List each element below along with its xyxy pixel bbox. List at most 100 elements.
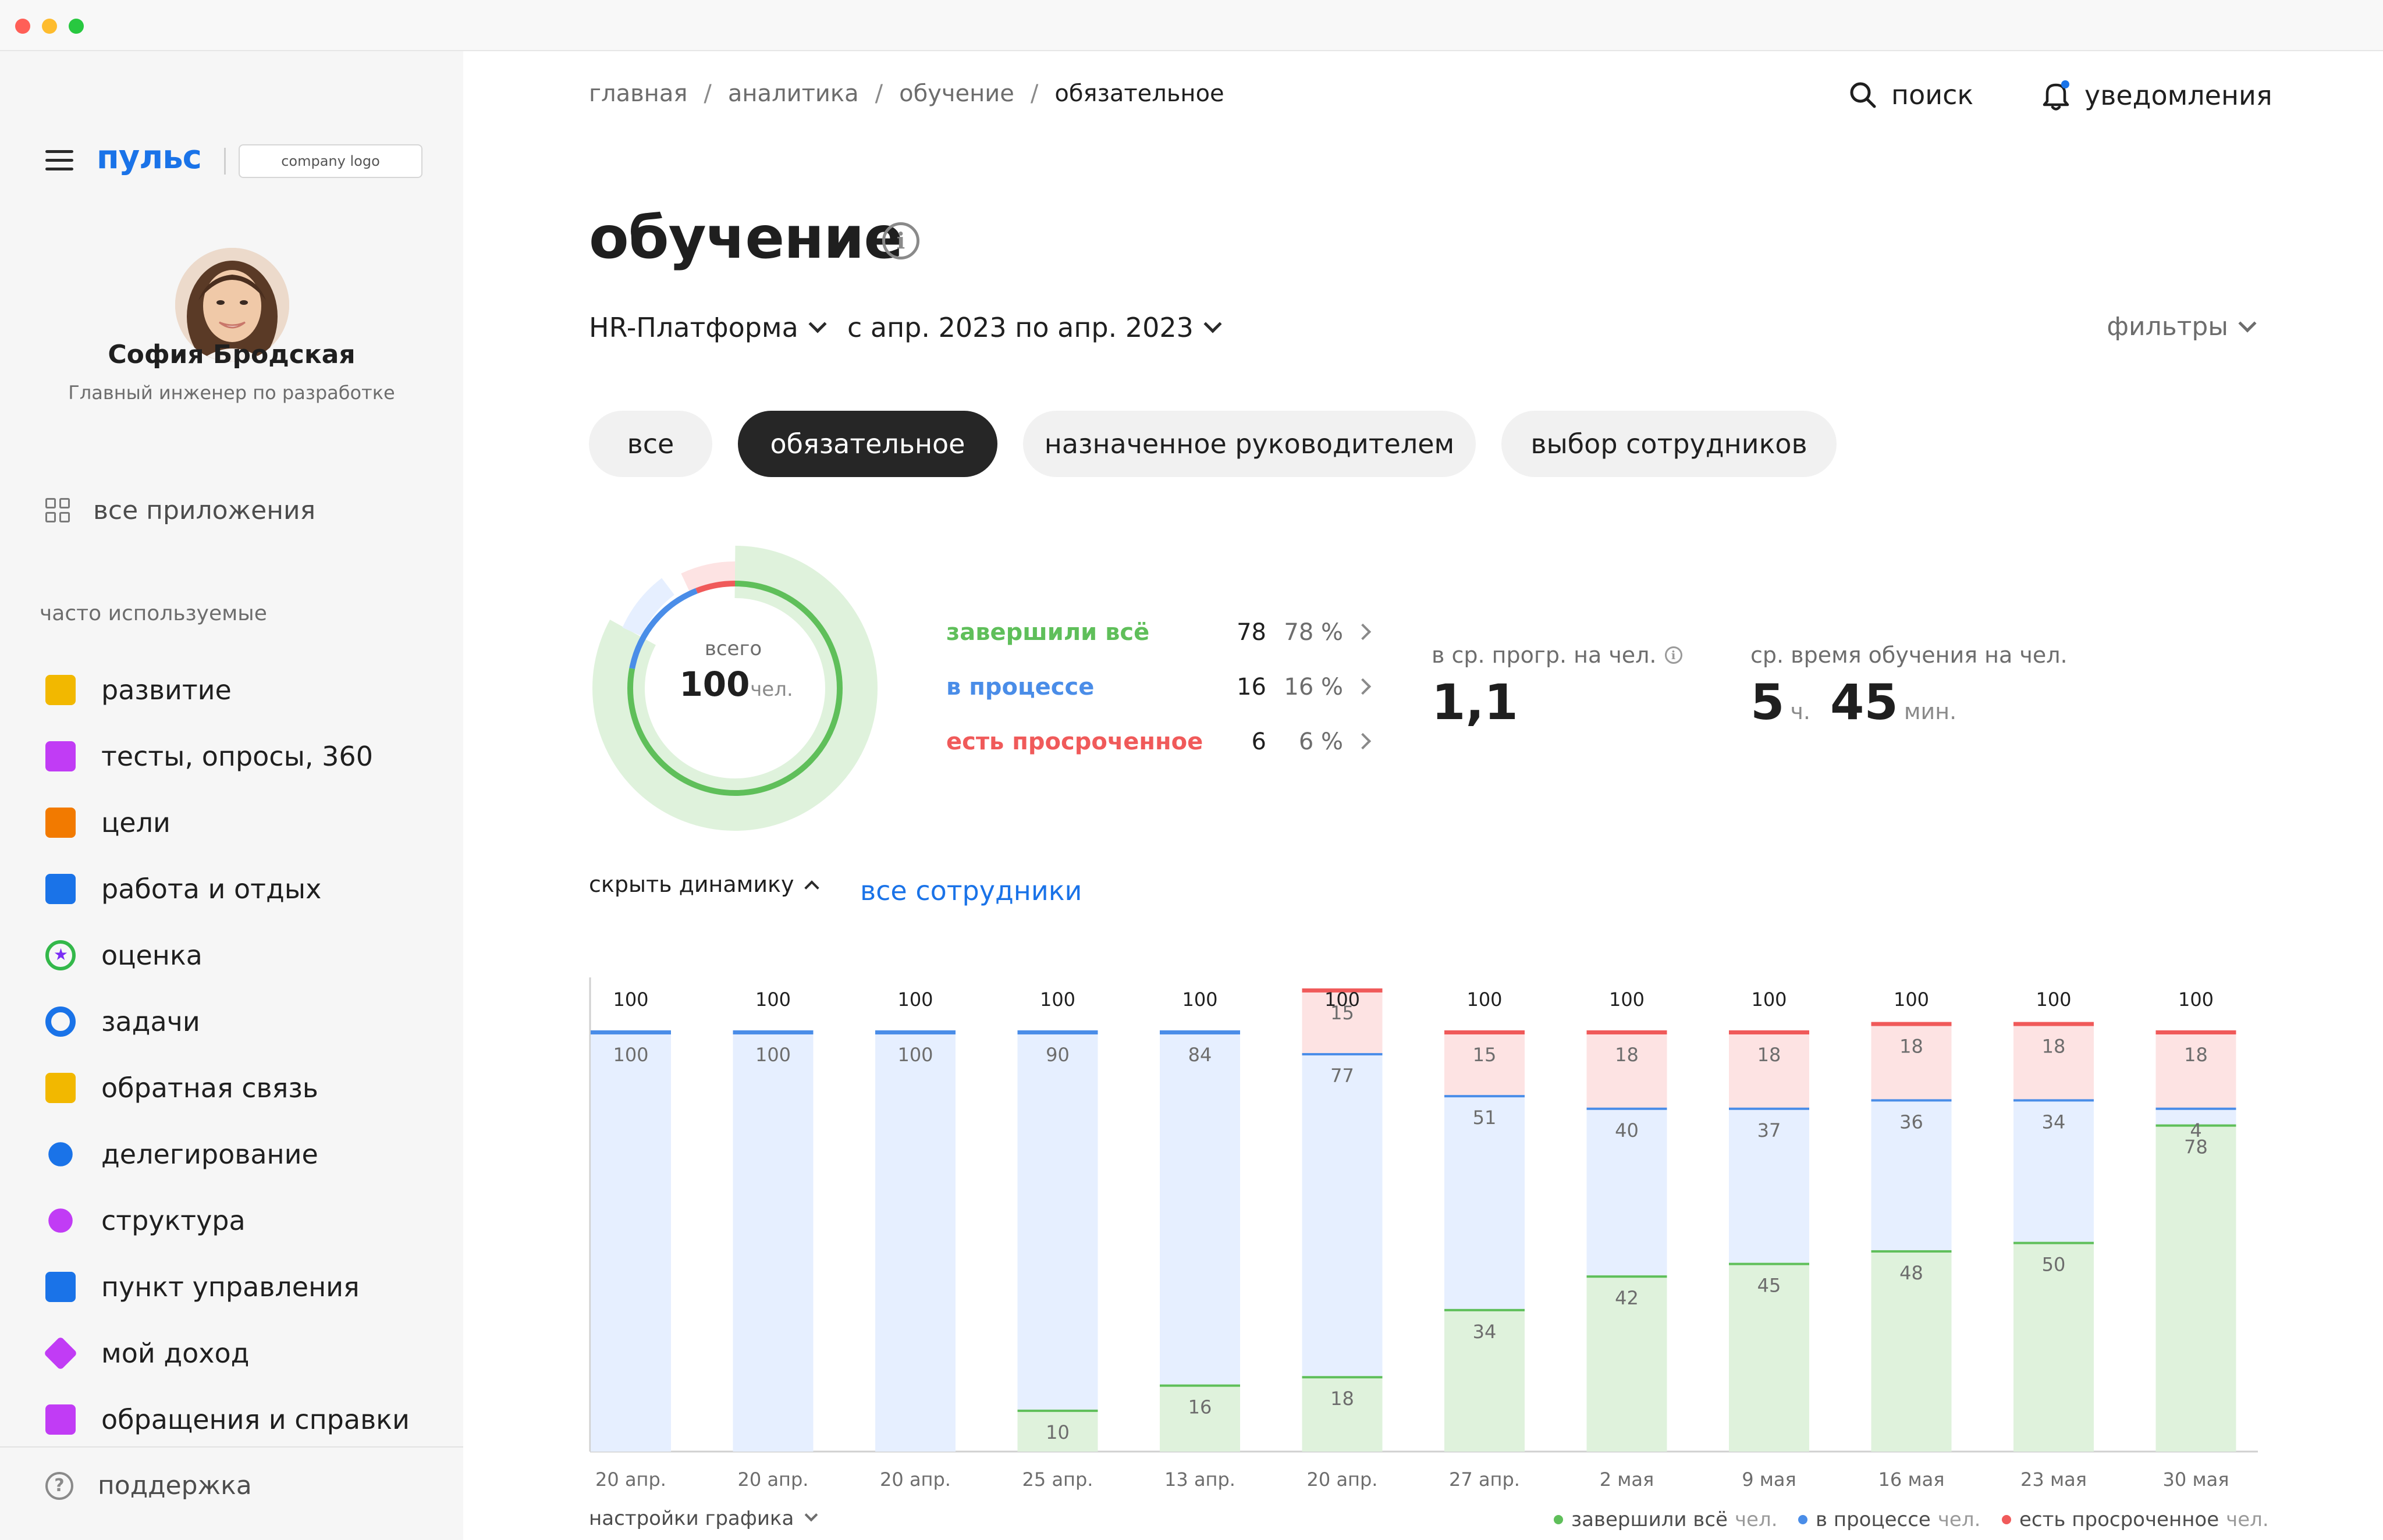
bar-value-label: 51 [1473,1107,1497,1129]
checkbox-icon [45,741,76,771]
sidebar-item[interactable]: работа и отдых [45,866,321,912]
bell-icon [2043,80,2069,111]
bar-value-label: 77 [1330,1065,1354,1087]
completed-count: 78 [1237,619,1266,646]
sidebar-item[interactable]: обращения и справки [45,1396,410,1443]
sidebar-item[interactable]: ★ оценка [45,932,203,979]
bar-value-label: 18 [1330,1388,1354,1410]
sidebar-item[interactable]: задачи [45,998,200,1045]
zoom-window-button[interactable] [69,19,84,34]
period-select[interactable]: с апр. 2023 по апр. 2023 [847,312,1222,343]
legend-dot-overdue [2002,1515,2011,1524]
sidebar-item[interactable]: мой доход [43,1330,250,1377]
bar-segment-top-line [1729,1030,1809,1034]
avg-time-value: 5 ч. 45 мин. [1750,674,1956,731]
user-name: София Бродская [108,340,356,369]
bar-segment-top-line [2155,1030,2236,1034]
tab-mandatory[interactable]: обязательное [738,411,997,477]
tab-employee-choice-label: выбор сотрудников [1530,428,1807,460]
sidebar-item-label: делегирование [101,1139,318,1170]
breadcrumb-learning[interactable]: обучение [899,80,1014,107]
all-apps-link[interactable]: все приложения [45,496,315,525]
sidebar-item-label: цели [101,807,171,838]
bar-total-label: 100 [1324,988,1360,1011]
chart-settings-button[interactable]: настройки графика [589,1507,818,1530]
menu-icon[interactable] [45,150,73,171]
support-link[interactable]: ? поддержка [45,1471,252,1500]
brand-logo[interactable]: пульс [97,138,202,176]
bar-total-label: 100 [1609,988,1645,1011]
bar-value-label: 16 [1188,1396,1212,1418]
notifications-button[interactable]: уведомления [2040,79,2272,112]
hide-dynamics-toggle[interactable]: скрыть динамику [589,872,820,897]
completed-label: завершили всё [946,619,1150,646]
sidebar-item-label: развитие [101,674,232,706]
x-tick-label: 20 апр. [1307,1468,1378,1491]
breadcrumb-analytics[interactable]: аналитика [728,80,859,107]
minimize-window-button[interactable] [42,19,57,34]
avg-progress-label-text: в ср. прогр. на чел. [1432,642,1657,668]
sidebar-item[interactable]: пункт управления [45,1264,360,1310]
tab-all[interactable]: все [589,411,712,477]
bar-segment-in-process [1160,1032,1240,1385]
legend-in-process: в процессе чел. [1798,1508,1980,1531]
bar-value-label: 40 [1615,1119,1639,1141]
chevron-right-icon [1354,623,1372,641]
x-tick-label: 20 апр. [880,1468,951,1491]
breadcrumb-separator: / [1030,80,1039,107]
sidebar-item-label: пункт управления [101,1271,360,1303]
all-employees-link[interactable]: все сотрудники [860,875,1082,906]
breadcrumb-home[interactable]: главная [589,80,687,107]
sidebar-item[interactable]: тесты, опросы, 360 [45,733,373,780]
bar-total-label: 100 [1466,988,1502,1011]
tab-assigned-by-manager[interactable]: назначенное руководителем [1023,411,1476,477]
bar-value-label: 50 [2042,1254,2066,1276]
tab-employee-choice[interactable]: выбор сотрудников [1501,411,1837,477]
x-tick-label: 9 мая [1742,1468,1796,1491]
overdue-count: 6 [1251,728,1266,755]
legend-completed: завершили всё чел. [1554,1508,1778,1531]
bar-total-label: 100 [2178,988,2214,1011]
donut-total-value: 100 [679,664,750,704]
chevron-right-icon [1354,732,1372,750]
tab-all-label: все [627,428,674,460]
bar-segment-in-process [1017,1032,1098,1410]
summary-row-completed[interactable]: завершили всё 78 78 % [946,614,1372,649]
sidebar-item-label: мой доход [101,1338,250,1369]
bar-value-label: 34 [2042,1111,2066,1133]
bar-segment-in-process [733,1032,814,1452]
sidebar-item[interactable]: обратная связь [45,1065,318,1111]
close-window-button[interactable] [15,19,30,34]
info-icon[interactable]: i [1664,646,1682,664]
platform-select[interactable]: HR-Платформа [589,312,827,343]
chevron-up-icon [804,880,820,895]
tab-mandatory-label: обязательное [770,428,965,460]
bar-value-label: 10 [1046,1421,1070,1443]
bar-value-label: 15 [1473,1044,1497,1066]
avg-time-minutes: 45 [1830,674,1898,731]
legend-dot-in-process [1798,1515,1807,1524]
bar-value-label: 100 [613,1044,648,1066]
legend-completed-label: завершили всё [1571,1508,1728,1531]
search-button[interactable]: поиск [1848,79,1973,111]
avg-time-hours: 5 [1750,674,1785,731]
sidebar-item[interactable]: развитие [45,667,232,713]
sidebar-item[interactable]: делегирование [45,1131,318,1178]
overdue-label: есть просроченное [946,728,1203,755]
summary-row-overdue[interactable]: есть просроченное 6 6 % [946,724,1372,759]
feedback-icon [45,1073,76,1103]
filters-button[interactable]: фильтры [2107,312,2257,342]
sidebar-item[interactable]: цели [45,799,171,846]
briefcase-icon [45,874,76,904]
bar-value-label: 100 [897,1044,933,1066]
bar-segment-top-line [1586,1030,1667,1034]
bar-segment-in-process [591,1032,671,1452]
legend-unit: чел. [1937,1508,1981,1531]
summary-row-in-process[interactable]: в процессе 16 16 % [946,669,1372,704]
chevron-down-icon [1203,315,1222,333]
sidebar-divider [0,1446,463,1447]
sidebar-item[interactable]: структура [45,1197,246,1244]
info-icon[interactable]: i [882,222,919,259]
sidebar-item-label: оценка [101,940,203,971]
sidebar: пульс company logo София Бродская Главны… [0,51,463,1540]
